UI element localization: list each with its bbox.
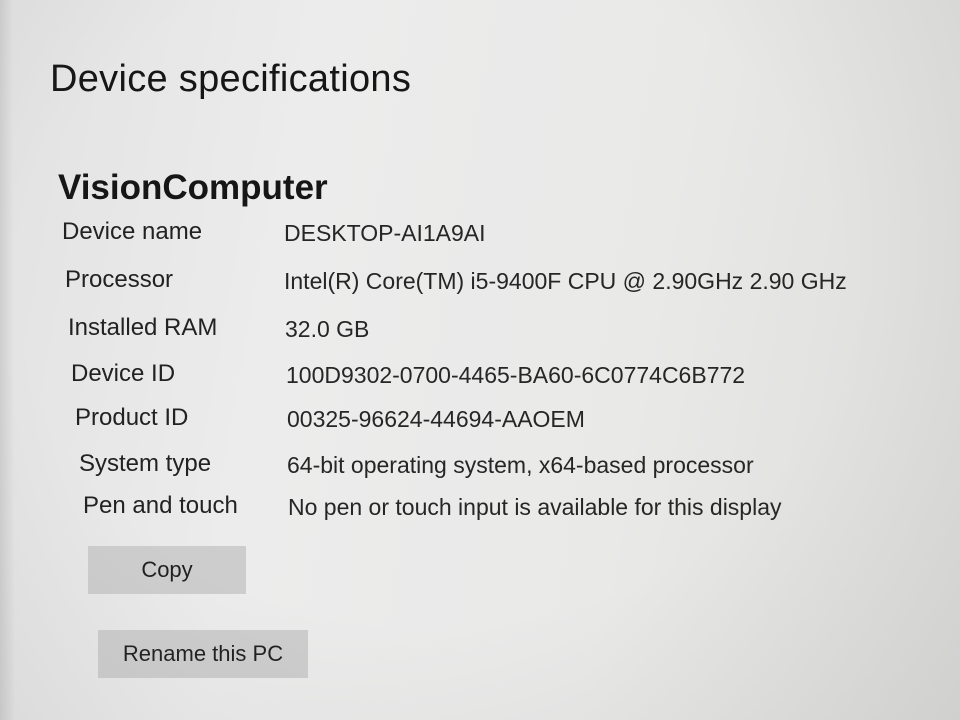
spec-label: Installed RAM bbox=[68, 314, 218, 341]
spec-row-system-type: System type 64-bit operating system, x64… bbox=[79, 450, 959, 484]
spec-label: Device ID bbox=[71, 360, 176, 387]
spec-row-device-id: Device ID 100D9302-0700-4465-BA60-6C0774… bbox=[71, 360, 951, 394]
spec-label: Device name bbox=[62, 218, 203, 245]
device-brand-name: VisionComputer bbox=[58, 168, 328, 207]
spec-label: Product ID bbox=[75, 404, 189, 431]
spec-row-pen-and-touch: Pen and touch No pen or touch input is a… bbox=[83, 492, 960, 526]
spec-label: System type bbox=[79, 450, 212, 477]
spec-row-product-id: Product ID 00325-96624-44694-AAOEM bbox=[75, 404, 955, 438]
section-title: Device specifications bbox=[50, 58, 412, 100]
spec-row-device-name: Device name DESKTOP-AI1A9AI bbox=[62, 218, 942, 252]
spec-value: 00325-96624-44694-AAOEM bbox=[287, 406, 585, 432]
spec-row-installed-ram: Installed RAM 32.0 GB bbox=[68, 314, 948, 348]
copy-button[interactable]: Copy bbox=[88, 546, 246, 594]
spec-row-processor: Processor Intel(R) Core(TM) i5-9400F CPU… bbox=[65, 266, 945, 300]
spec-value: 32.0 GB bbox=[285, 316, 370, 342]
spec-label: Pen and touch bbox=[83, 492, 238, 519]
spec-value: 100D9302-0700-4465-BA60-6C0774C6B772 bbox=[286, 362, 746, 388]
device-specifications-panel: Device specifications VisionComputer Dev… bbox=[0, 0, 960, 720]
spec-label: Processor bbox=[65, 266, 174, 293]
spec-value: Intel(R) Core(TM) i5-9400F CPU @ 2.90GHz… bbox=[284, 268, 847, 294]
spec-value: No pen or touch input is available for t… bbox=[288, 494, 782, 520]
rename-pc-button[interactable]: Rename this PC bbox=[98, 630, 308, 678]
spec-value: DESKTOP-AI1A9AI bbox=[284, 220, 486, 246]
spec-value: 64-bit operating system, x64-based proce… bbox=[287, 452, 754, 478]
